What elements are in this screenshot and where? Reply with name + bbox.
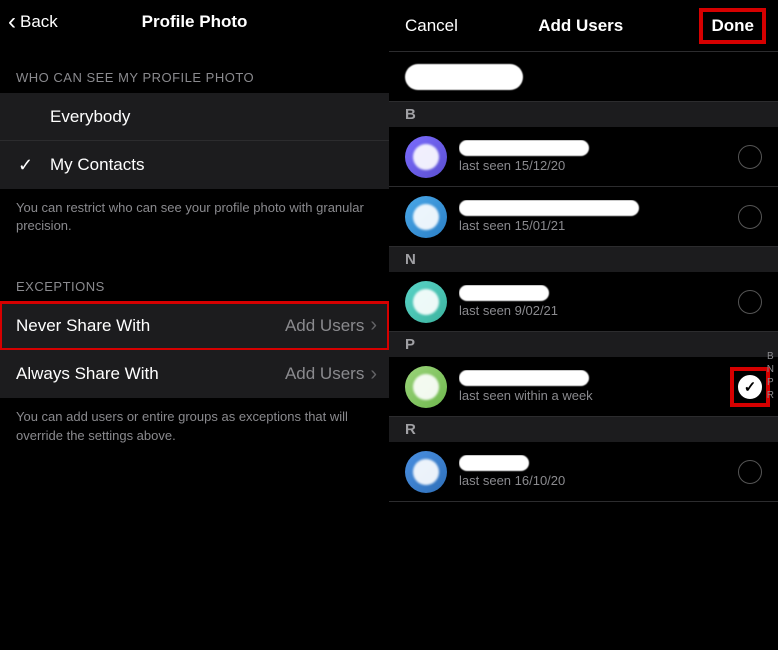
section-header-exceptions: EXCEPTIONS [0, 253, 389, 302]
done-button[interactable]: Done [703, 12, 762, 40]
selected-user-chip[interactable] [405, 64, 523, 90]
contact-name-redacted [459, 455, 529, 471]
section-letter-b: B [389, 102, 778, 127]
contact-row[interactable]: last seen 9/02/21 [389, 272, 778, 332]
settings-pane: ‹ Back Profile Photo WHO CAN SEE MY PROF… [0, 0, 389, 650]
last-seen: last seen 9/02/21 [459, 303, 726, 318]
exception-action: Add Users › [285, 363, 377, 386]
always-share-with-row[interactable]: Always Share With Add Users › [0, 350, 389, 398]
section-letter-p: P [389, 332, 778, 357]
contact-name-redacted [459, 285, 549, 301]
alpha-index-bar[interactable]: B N P R [765, 350, 776, 402]
index-letter[interactable]: B [765, 350, 776, 363]
chevron-right-icon: › [370, 363, 377, 386]
contact-row[interactable]: last seen 15/01/21 [389, 187, 778, 247]
index-letter[interactable]: N [765, 363, 776, 376]
selection-circle-checked[interactable] [738, 375, 762, 399]
contact-row[interactable]: last seen within a week [389, 357, 778, 417]
nav-header: ‹ Back Profile Photo [0, 0, 389, 44]
selection-circle[interactable] [738, 145, 762, 169]
avatar [405, 196, 447, 238]
last-seen: last seen 15/12/20 [459, 158, 726, 173]
section-header-visibility: WHO CAN SEE MY PROFILE PHOTO [0, 44, 389, 93]
contact-info: last seen within a week [459, 370, 726, 403]
visibility-options-group: Everybody ✓ My Contacts [0, 93, 389, 189]
exception-action: Add Users › [285, 314, 377, 337]
action-text: Add Users [285, 364, 364, 384]
last-seen: last seen within a week [459, 388, 726, 403]
contact-info: last seen 16/10/20 [459, 455, 726, 488]
option-label: Everybody [50, 107, 130, 127]
avatar [405, 366, 447, 408]
contact-info: last seen 15/01/21 [459, 200, 726, 233]
action-text: Add Users [285, 316, 364, 336]
chevron-right-icon: › [370, 314, 377, 337]
avatar [405, 136, 447, 178]
section-letter-r: R [389, 417, 778, 442]
index-letter[interactable]: R [765, 389, 776, 402]
exceptions-group: Never Share With Add Users › Always Shar… [0, 302, 389, 398]
avatar [405, 281, 447, 323]
back-button[interactable]: ‹ Back [8, 10, 58, 34]
highlight-box [734, 371, 766, 403]
section-footer: You can restrict who can see your profil… [0, 189, 389, 253]
cancel-button[interactable]: Cancel [405, 16, 458, 36]
exception-label: Always Share With [16, 364, 159, 384]
last-seen: last seen 15/01/21 [459, 218, 726, 233]
chevron-left-icon: ‹ [8, 10, 16, 34]
page-title: Profile Photo [142, 12, 248, 32]
back-label: Back [20, 12, 58, 32]
add-users-modal: Cancel Add Users Done B last seen 15/12/… [389, 0, 778, 650]
contact-info: last seen 15/12/20 [459, 140, 726, 173]
index-letter[interactable]: P [765, 376, 776, 389]
selection-circle[interactable] [738, 460, 762, 484]
contact-name-redacted [459, 200, 639, 216]
checkmark-icon: ✓ [18, 155, 33, 176]
modal-title: Add Users [538, 16, 623, 36]
contact-name-redacted [459, 370, 589, 386]
option-my-contacts[interactable]: ✓ My Contacts [0, 141, 389, 189]
modal-header: Cancel Add Users Done [389, 0, 778, 52]
selection-circle[interactable] [738, 205, 762, 229]
contact-name-redacted [459, 140, 589, 156]
contact-info: last seen 9/02/21 [459, 285, 726, 318]
last-seen: last seen 16/10/20 [459, 473, 726, 488]
selection-circle[interactable] [738, 290, 762, 314]
section-footer: You can add users or entire groups as ex… [0, 398, 389, 462]
selected-chips-row [389, 52, 778, 102]
never-share-with-row[interactable]: Never Share With Add Users › [0, 302, 389, 350]
section-letter-n: N [389, 247, 778, 272]
contact-row[interactable]: last seen 15/12/20 [389, 127, 778, 187]
exception-label: Never Share With [16, 316, 150, 336]
avatar [405, 451, 447, 493]
option-label: My Contacts [50, 155, 144, 175]
option-everybody[interactable]: Everybody [0, 93, 389, 141]
contact-row[interactable]: last seen 16/10/20 [389, 442, 778, 502]
